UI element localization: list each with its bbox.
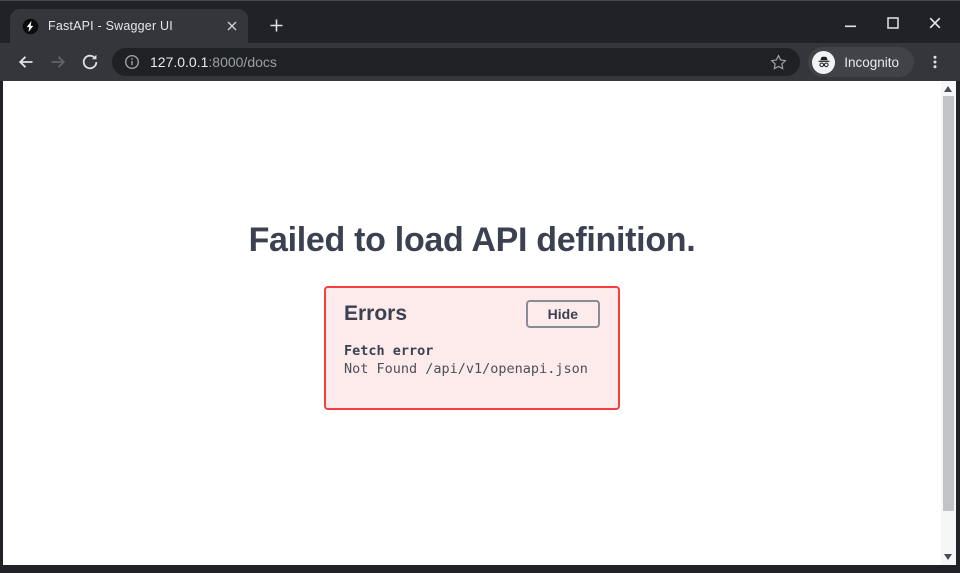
incognito-icon xyxy=(812,51,835,74)
tab-strip: FastAPI - Swagger UI xyxy=(0,1,960,43)
fastapi-favicon-icon xyxy=(22,18,39,35)
hide-button[interactable]: Hide xyxy=(526,300,600,328)
page-viewport: Failed to load API definition. Errors Hi… xyxy=(3,81,956,565)
error-item: Fetch error Not Found /api/v1/openapi.js… xyxy=(344,343,600,378)
close-button[interactable] xyxy=(922,11,948,35)
maximize-button[interactable] xyxy=(880,11,906,35)
browser-window: FastAPI - Swagger UI xyxy=(0,0,960,573)
bookmark-star-icon[interactable] xyxy=(766,50,790,74)
scrollbar-down-icon[interactable] xyxy=(944,554,952,560)
browser-tab[interactable]: FastAPI - Swagger UI xyxy=(10,9,248,43)
browser-toolbar: 127.0.0.1:8000/docs Incognito xyxy=(0,43,960,81)
page-title: Failed to load API definition. xyxy=(3,221,941,260)
swagger-ui-page: Failed to load API definition. Errors Hi… xyxy=(3,81,941,565)
incognito-label: Incognito xyxy=(844,55,899,70)
scrollbar-thumb[interactable] xyxy=(943,96,954,511)
scrollbar-up-icon[interactable] xyxy=(944,86,952,92)
url-text: 127.0.0.1:8000/docs xyxy=(150,54,766,70)
address-bar[interactable]: 127.0.0.1:8000/docs xyxy=(112,48,800,76)
errors-title: Errors xyxy=(344,302,407,326)
window-controls xyxy=(838,11,948,35)
minimize-button[interactable] xyxy=(838,11,864,35)
url-host: 127.0.0.1 xyxy=(150,54,208,70)
new-tab-button[interactable] xyxy=(262,11,290,39)
back-icon[interactable] xyxy=(10,46,42,78)
error-title: Fetch error xyxy=(344,343,600,361)
site-info-icon[interactable] xyxy=(124,54,140,70)
errors-panel: Errors Hide Fetch error Not Found /api/v… xyxy=(324,286,620,410)
url-path: :8000/docs xyxy=(208,54,277,70)
tab-title: FastAPI - Swagger UI xyxy=(48,19,222,33)
error-message: Not Found /api/v1/openapi.json xyxy=(344,361,600,379)
forward-icon[interactable] xyxy=(42,46,74,78)
incognito-badge: Incognito xyxy=(808,47,914,77)
tab-close-icon[interactable] xyxy=(222,16,242,36)
scrollbar[interactable] xyxy=(941,81,956,565)
reload-icon[interactable] xyxy=(74,46,106,78)
errors-header: Errors Hide xyxy=(344,300,600,328)
menu-dots-icon[interactable] xyxy=(920,47,950,77)
